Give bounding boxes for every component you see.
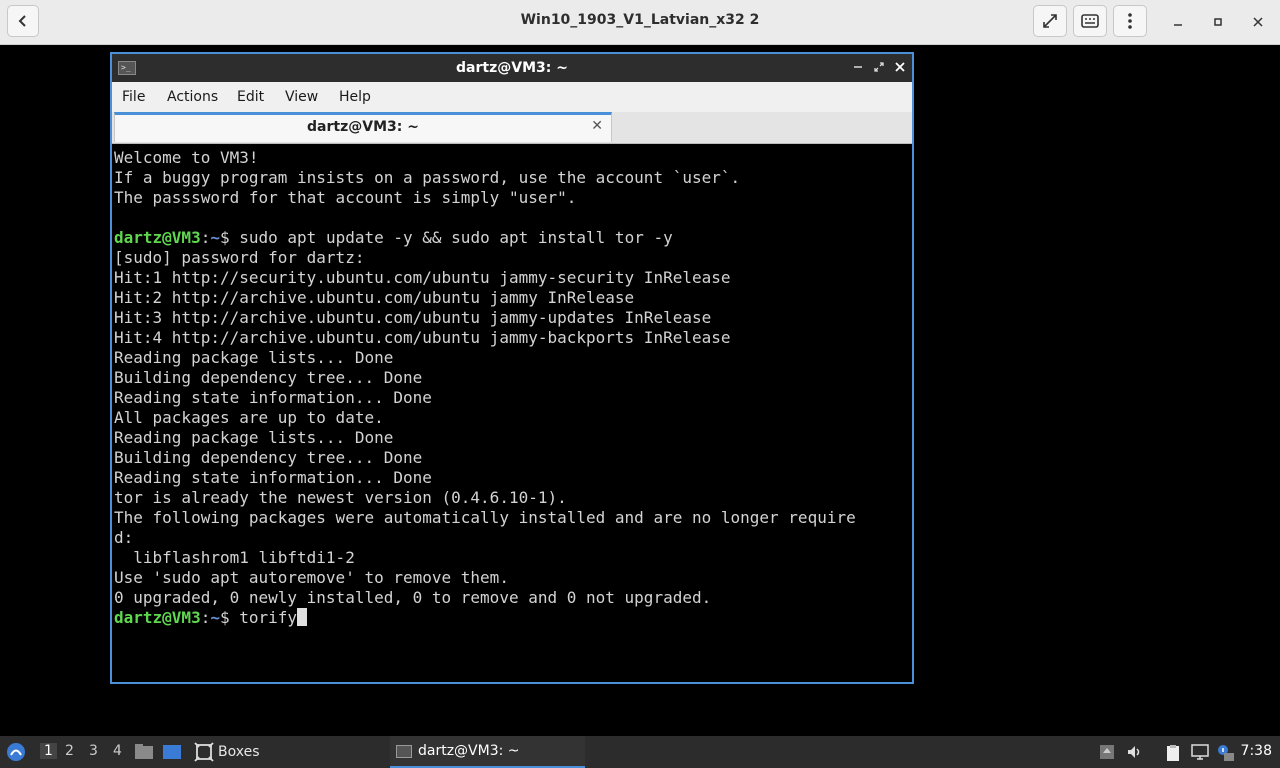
fullscreen-button[interactable] xyxy=(1033,5,1067,37)
terminal-line: Building dependency tree... Done xyxy=(114,368,423,387)
terminal-line: dartz@VM3:~$ sudo apt update -y && sudo … xyxy=(114,228,910,248)
terminal-titlebar[interactable]: >_ dartz@VM3: ~ xyxy=(112,54,912,82)
terminal-tab[interactable]: dartz@VM3: ~ ✕ xyxy=(114,112,612,142)
file-manager-launcher[interactable] xyxy=(134,736,154,768)
start-menu-button[interactable] xyxy=(6,736,26,768)
terminal-line: 0 upgraded, 0 newly installed, 0 to remo… xyxy=(114,588,712,607)
volume-icon xyxy=(1128,746,1140,758)
command-text: sudo apt update -y && sudo apt install t… xyxy=(239,228,673,247)
network-icon xyxy=(1191,744,1209,760)
terminal-minimize-button[interactable] xyxy=(850,59,866,75)
terminal-line: Reading package lists... Done xyxy=(114,428,394,447)
prompt-path: ~ xyxy=(210,608,220,627)
menu-button[interactable] xyxy=(1113,5,1147,37)
workspace-3[interactable]: 3 xyxy=(89,743,98,759)
prompt-path: ~ xyxy=(210,228,220,247)
terminal-task-label: dartz@VM3: ~ xyxy=(418,743,520,759)
update-icon xyxy=(1100,745,1114,759)
terminal-line: Hit:1 http://security.ubuntu.com/ubuntu … xyxy=(114,268,731,287)
terminal-task-icon xyxy=(396,744,412,758)
command-text: torify xyxy=(239,608,298,627)
close-icon xyxy=(895,62,905,72)
prompt-user: dartz@VM3 xyxy=(114,228,201,247)
info-badge-icon xyxy=(1218,745,1234,761)
workspace-2[interactable]: 2 xyxy=(65,743,74,759)
menu-file[interactable]: File xyxy=(122,89,145,105)
tab-close-icon[interactable]: ✕ xyxy=(591,118,603,134)
desktop-icon xyxy=(163,745,181,759)
prompt-dollar: $ xyxy=(219,228,240,247)
terminal-line: Building dependency tree... Done xyxy=(114,448,423,467)
terminal-window-title: dartz@VM3: ~ xyxy=(456,60,568,76)
terminal-line: [sudo] password for dartz: xyxy=(114,248,365,267)
volume-tray[interactable] xyxy=(1126,744,1144,760)
workspace-4[interactable]: 4 xyxy=(113,743,122,759)
desktop-launcher[interactable] xyxy=(162,736,182,768)
terminal-line: Use 'sudo apt autoremove' to remove them… xyxy=(114,568,509,587)
terminal-output[interactable]: Welcome to VM3! If a buggy program insist… xyxy=(114,148,910,682)
terminal-line: libflashrom1 libftdi1-2 xyxy=(114,548,355,567)
clipboard-tray[interactable] xyxy=(1164,744,1182,761)
terminal-line: Welcome to VM3! xyxy=(114,148,259,167)
kebab-menu-icon xyxy=(1128,13,1132,29)
clipboard-icon xyxy=(1167,745,1179,761)
terminal-line: Reading state information... Done xyxy=(114,388,432,407)
terminal-line: Hit:3 http://archive.ubuntu.com/ubuntu j… xyxy=(114,308,712,327)
menu-view[interactable]: View xyxy=(285,89,318,105)
menu-actions[interactable]: Actions xyxy=(167,89,218,105)
notification-tray[interactable] xyxy=(1216,744,1234,761)
maximize-icon xyxy=(1214,18,1222,26)
terminal-line: tor is already the newest version (0.4.6… xyxy=(114,488,567,507)
boxes-icon xyxy=(194,742,214,762)
terminal-maximize-button[interactable] xyxy=(871,59,887,75)
prompt-user: dartz@VM3 xyxy=(114,608,201,627)
close-icon xyxy=(1253,17,1263,27)
clock[interactable]: 7:38 xyxy=(1241,743,1272,759)
terminal-close-button[interactable] xyxy=(892,59,908,75)
terminal-task[interactable]: dartz@VM3: ~ xyxy=(390,736,585,768)
restore-icon xyxy=(874,62,884,72)
terminal-line: All packages are up to date. xyxy=(114,408,384,427)
text-cursor xyxy=(297,608,308,626)
folder-icon xyxy=(135,744,153,759)
terminal-tab-label: dartz@VM3: ~ xyxy=(307,119,419,135)
network-tray[interactable] xyxy=(1191,744,1209,760)
minimize-button[interactable] xyxy=(1168,12,1188,32)
boxes-headerbar: Win10_1903_V1_Latvian_x32 2 xyxy=(0,0,1280,45)
minimize-icon xyxy=(854,66,862,68)
keyboard-icon xyxy=(1081,14,1099,28)
terminal-line: d: xyxy=(114,528,134,547)
terminal-line: If a buggy program insists on a password… xyxy=(114,168,741,187)
boxes-task-label: Boxes xyxy=(218,744,260,760)
prompt-separator: : xyxy=(200,228,211,247)
menu-edit[interactable]: Edit xyxy=(237,89,264,105)
terminal-menubar: File Actions Edit View Help xyxy=(112,82,912,112)
prompt-separator: : xyxy=(200,608,211,627)
keyboard-button[interactable] xyxy=(1073,5,1107,37)
update-tray[interactable] xyxy=(1098,744,1116,760)
workspace-1[interactable]: 1 xyxy=(40,743,57,759)
menu-help[interactable]: Help xyxy=(339,89,371,105)
terminal-line: Reading state information... Done xyxy=(114,468,432,487)
terminal-lines: Welcome to VM3! If a buggy program insist… xyxy=(114,148,910,628)
terminal-line: Reading package lists... Done xyxy=(114,348,394,367)
terminal-tabbar: dartz@VM3: ~ ✕ xyxy=(112,112,912,144)
terminal-line: The passsword for that account is simply… xyxy=(114,188,577,207)
close-button[interactable] xyxy=(1248,12,1268,32)
terminal-window[interactable]: >_ dartz@VM3: ~ File Actions Edit View H… xyxy=(110,52,914,684)
minimize-icon xyxy=(1174,24,1182,26)
maximize-button[interactable] xyxy=(1208,12,1228,32)
terminal-line: Hit:4 http://archive.ubuntu.com/ubuntu j… xyxy=(114,328,731,347)
fullscreen-icon xyxy=(1043,14,1057,28)
taskbar: 1 2 3 4 Boxes dartz@VM3: ~ 7:38 xyxy=(0,736,1280,768)
lubuntu-logo-icon xyxy=(7,743,25,761)
terminal-line: dartz@VM3:~$ torify xyxy=(114,608,910,628)
prompt-dollar: $ xyxy=(219,608,240,627)
boxes-task[interactable]: Boxes xyxy=(194,736,260,768)
terminal-line: Hit:2 http://archive.ubuntu.com/ubuntu j… xyxy=(114,288,635,307)
terminal-line: The following packages were automaticall… xyxy=(114,508,856,527)
